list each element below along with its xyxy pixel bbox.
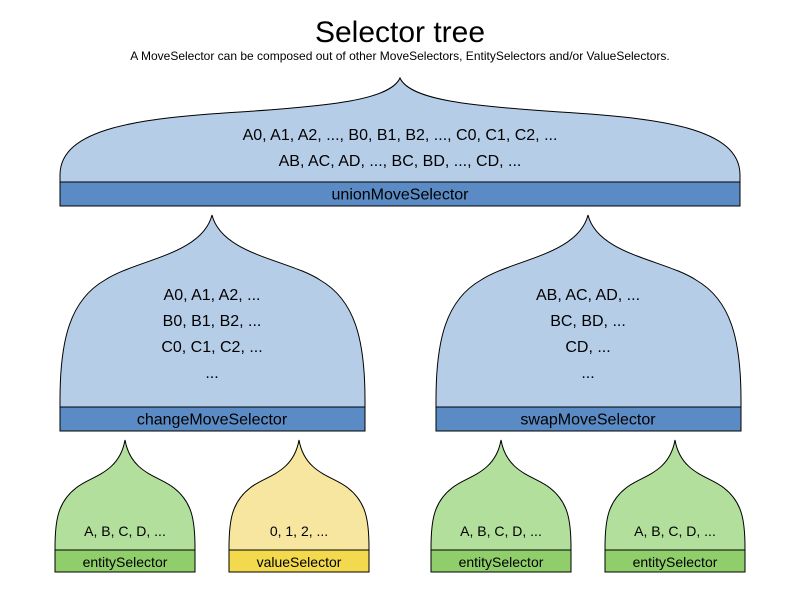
mid-right-label: swapMoveSelector <box>520 412 656 429</box>
root-balloon: A0, A1, A2, ..., B0, B1, B2, ..., C0, C1… <box>60 78 740 206</box>
leaf-2: A, B, C, D, ... entitySelector <box>431 440 571 572</box>
leaf-1: 0, 1, 2, ... valueSelector <box>229 440 369 572</box>
page-subtitle: A MoveSelector can be composed out of ot… <box>130 49 669 63</box>
root-label: unionMoveSelector <box>332 187 470 204</box>
mid-right-balloon: AB, AC, AD, ... BC, BD, ... CD, ... ... … <box>436 215 741 431</box>
root-line-1: AB, AC, AD, ..., BC, BD, ..., CD, ... <box>279 153 522 170</box>
root-line-0: A0, A1, A2, ..., B0, B1, B2, ..., C0, C1… <box>243 127 558 144</box>
leaf-1-content: 0, 1, 2, ... <box>270 523 328 539</box>
leaf-2-content: A, B, C, D, ... <box>460 523 542 539</box>
leaf-3-content: A, B, C, D, ... <box>634 523 716 539</box>
mid-left-line-2: C0, C1, C2, ... <box>161 339 262 356</box>
mid-left-line-1: B0, B1, B2, ... <box>163 313 262 330</box>
mid-right-line-1: BC, BD, ... <box>550 313 626 330</box>
leaf-2-label: entitySelector <box>459 554 544 570</box>
leaf-1-label: valueSelector <box>257 554 342 570</box>
mid-left-line-3: ... <box>205 365 218 382</box>
leaf-0: A, B, C, D, ... entitySelector <box>55 440 195 572</box>
leaf-0-label: entitySelector <box>83 554 168 570</box>
leaf-3: A, B, C, D, ... entitySelector <box>605 440 745 572</box>
leaf-3-label: entitySelector <box>633 554 718 570</box>
mid-right-line-3: ... <box>581 365 594 382</box>
mid-left-line-0: A0, A1, A2, ... <box>164 287 261 304</box>
mid-right-line-0: AB, AC, AD, ... <box>536 287 640 304</box>
mid-right-line-2: CD, ... <box>565 339 610 356</box>
mid-left-balloon: A0, A1, A2, ... B0, B1, B2, ... C0, C1, … <box>60 215 365 431</box>
leaf-0-content: A, B, C, D, ... <box>84 523 166 539</box>
page-title: Selector tree <box>315 16 485 49</box>
mid-left-label: changeMoveSelector <box>137 412 288 429</box>
